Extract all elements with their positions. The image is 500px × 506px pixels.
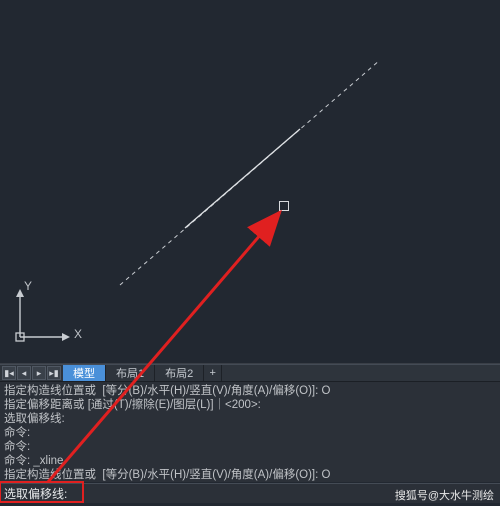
cmd-line: 命令: (4, 441, 30, 453)
ucs-y-label: Y (24, 279, 32, 293)
tab-next-button[interactable]: ▸ (32, 366, 46, 380)
command-prompt: 选取偏移线: (4, 485, 67, 502)
tab-prev-button[interactable]: ◂ (17, 366, 31, 380)
layout-tabs-bar: ▮◂ ◂ ▸ ▸▮ 模型 布局1 布局2 + (0, 364, 500, 382)
tab-layout2[interactable]: 布局2 (155, 365, 204, 381)
cmd-line: 指定偏移距离或 [通过(T)/擦除(E)/图层(L)]｜<200>: (4, 399, 261, 411)
ucs-icon: Y X (14, 287, 74, 347)
watermark-text: 搜狐号@大水牛测绘 (395, 487, 494, 503)
tab-first-button[interactable]: ▮◂ (2, 366, 16, 380)
ucs-x-label: X (74, 327, 82, 341)
cmd-line: 选取偏移线: (4, 413, 65, 425)
cmd-line: 命令: (4, 427, 30, 439)
tab-nav-group: ▮◂ ◂ ▸ ▸▮ (0, 365, 63, 381)
tab-layout1[interactable]: 布局1 (106, 365, 155, 381)
tab-last-button[interactable]: ▸▮ (47, 366, 61, 380)
cmd-line: 命令: _xline (4, 455, 63, 467)
cmd-line: 指定构造线位置或 [等分(B)/水平(H)/竖直(V)/角度(A)/偏移(O)]… (4, 469, 330, 481)
command-history[interactable]: 指定构造线位置或 [等分(B)/水平(H)/竖直(V)/角度(A)/偏移(O)]… (0, 382, 500, 482)
tab-add-button[interactable]: + (204, 365, 222, 381)
drawing-canvas[interactable]: Y X (0, 0, 500, 364)
cmd-line: 指定构造线位置或 [等分(B)/水平(H)/竖直(V)/角度(A)/偏移(O)]… (4, 385, 330, 397)
pickbox-cursor (279, 201, 289, 211)
tab-model[interactable]: 模型 (63, 365, 106, 381)
